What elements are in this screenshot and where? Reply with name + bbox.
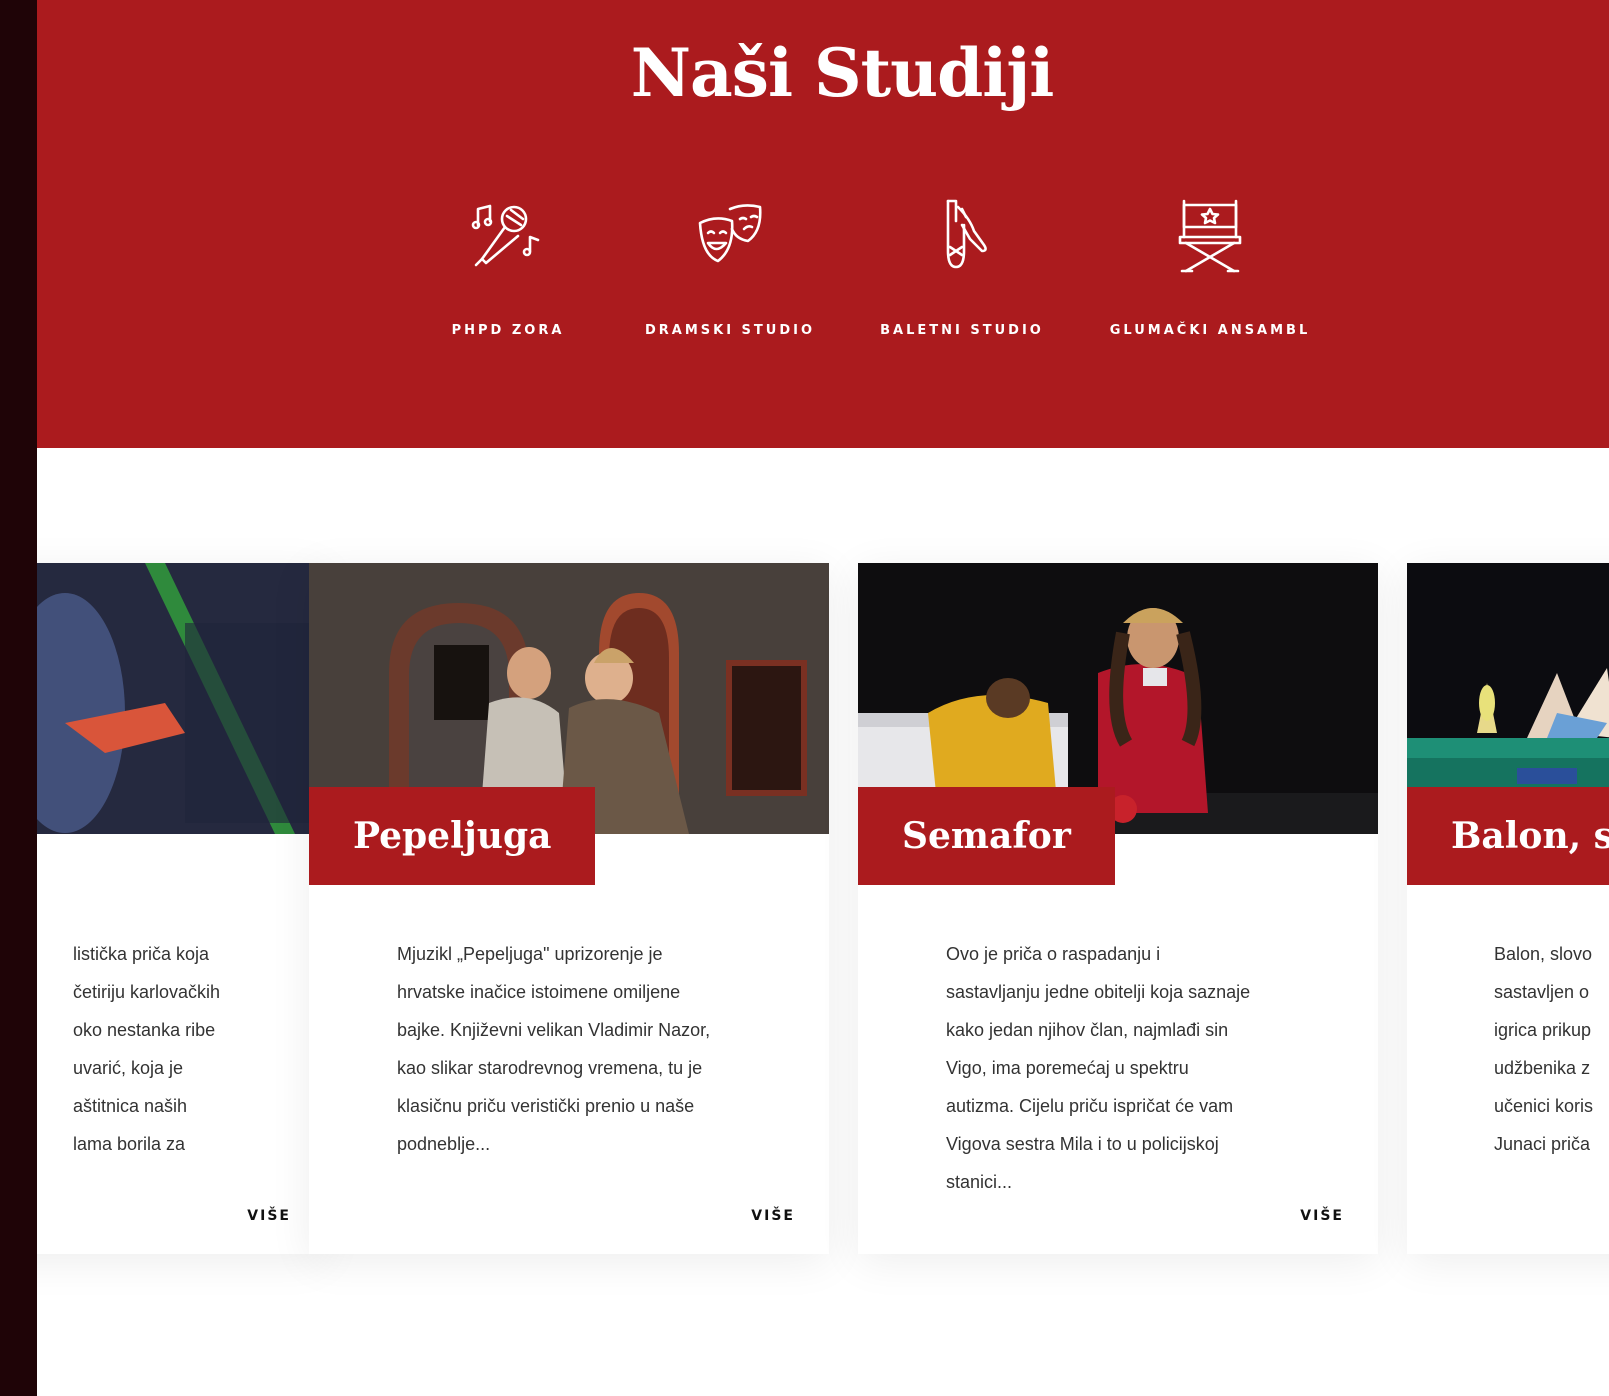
- studio-baletni[interactable]: BALETNI STUDIO: [842, 195, 1082, 338]
- show-card[interactable]: Pepeljuga Mjuzikl „Pepeljuga" uprizorenj…: [309, 563, 829, 1254]
- studio-label: BALETNI STUDIO: [880, 323, 1044, 338]
- director-chair-icon: [1178, 199, 1242, 273]
- show-description: Mjuzikl „Pepeljuga" uprizorenje je hrvat…: [397, 944, 711, 1154]
- show-description: Balon, slovo sastavljen o igrica prikup …: [1494, 944, 1594, 1154]
- show-title[interactable]: Pepeljuga: [309, 787, 596, 885]
- more-link[interactable]: VIŠE: [751, 1208, 795, 1224]
- show-card[interactable]: listička priča koja četiriju karlovačkih…: [37, 563, 325, 1254]
- theater-masks-icon: [698, 204, 762, 263]
- page-title: Naši Studiji: [630, 34, 1055, 112]
- studio-label: PHPD ZORA: [451, 323, 565, 338]
- show-description: listička priča koja četiriju karlovačkih…: [73, 944, 221, 1154]
- left-dark-strip: [0, 0, 37, 1396]
- ballet-shoes-icon: [946, 199, 987, 269]
- more-link[interactable]: VIŠE: [247, 1208, 291, 1224]
- show-card[interactable]: Semafor Ovo je priča o raspadanju i sast…: [858, 563, 1378, 1254]
- studios-hero: Naši Studiji PHPD ZORA DRAMSKI STUDIO BA…: [37, 0, 1609, 448]
- show-title[interactable]: Balon, slo: [1407, 787, 1609, 885]
- show-title[interactable]: Semafor: [858, 787, 1115, 885]
- microphone-music-icon: [471, 204, 540, 267]
- studio-phpd-zora[interactable]: PHPD ZORA: [388, 195, 628, 338]
- studio-label: GLUMAČKI ANSAMBL: [1109, 323, 1311, 338]
- more-link[interactable]: VIŠE: [1300, 1208, 1344, 1224]
- show-photo: [37, 563, 325, 834]
- page: Naši Studiji PHPD ZORA DRAMSKI STUDIO BA…: [37, 0, 1609, 1396]
- studio-label: DRAMSKI STUDIO: [644, 323, 816, 338]
- studio-glumacki-ansambl[interactable]: GLUMAČKI ANSAMBL: [1090, 195, 1330, 338]
- show-description: Ovo je priča o raspadanju i sastavljanju…: [946, 944, 1251, 1192]
- studio-dramski[interactable]: DRAMSKI STUDIO: [610, 195, 850, 338]
- show-card[interactable]: Balon, slo Balon, slovo sastavljen o igr…: [1407, 563, 1609, 1254]
